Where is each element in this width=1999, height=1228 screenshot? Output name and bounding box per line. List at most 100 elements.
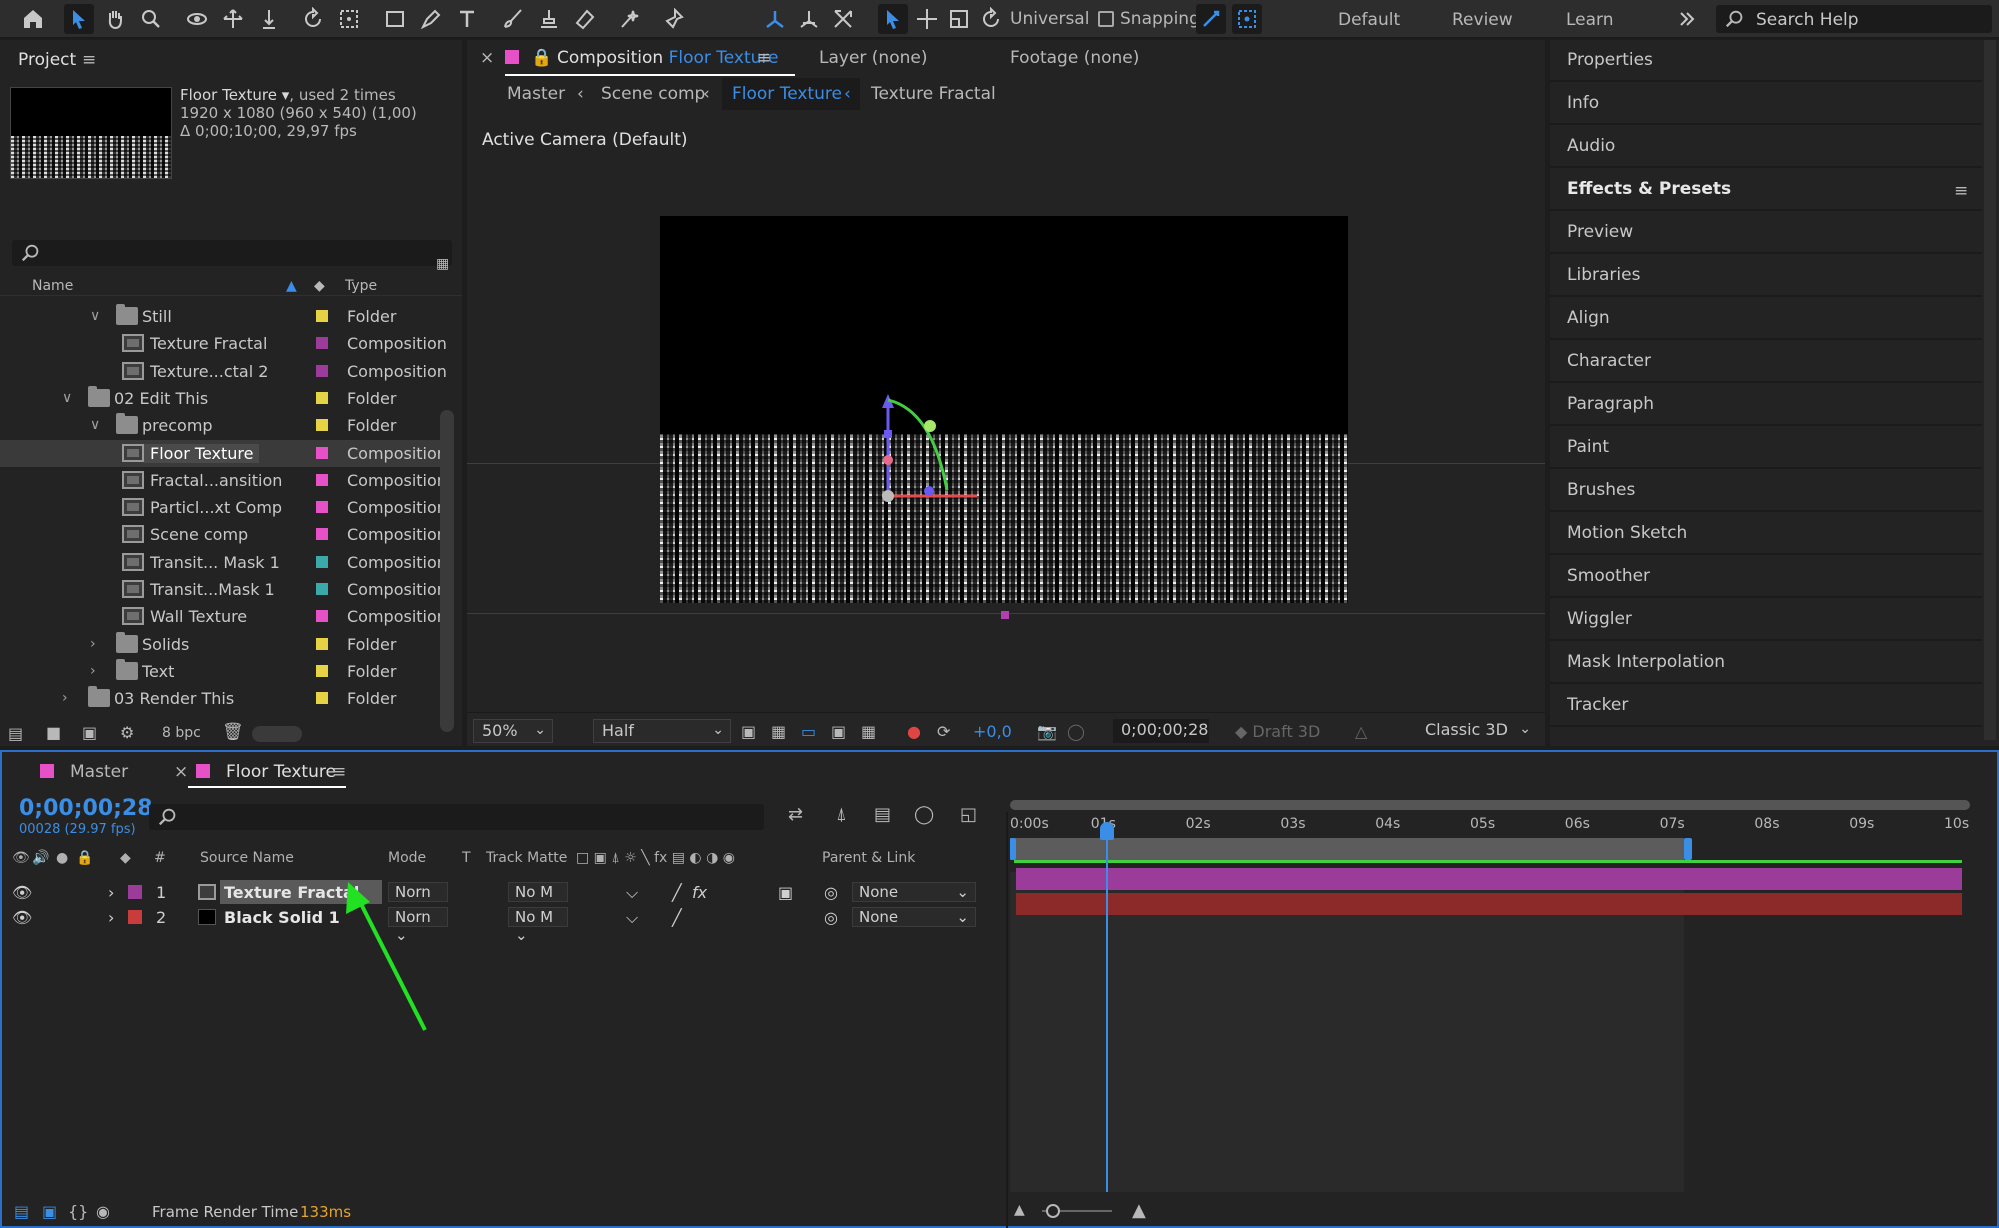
project-row[interactable]: ∨ 02 Edit This Folder — [0, 385, 440, 412]
region-of-interest-icon[interactable]: ▣ — [831, 722, 846, 741]
timeline-search-input[interactable] — [149, 804, 764, 830]
project-row[interactable]: ∨ precomp Folder — [0, 412, 440, 439]
chevron-right-icon[interactable]: › — [90, 636, 96, 652]
layer-bar-black-solid[interactable] — [1016, 893, 1962, 915]
stretch-toggle-icon[interactable]: ◉ — [96, 1202, 110, 1221]
extended-viewer-icon[interactable]: △ — [1355, 722, 1367, 741]
switches-icon[interactable]: □ ▣ ⍋ ☼ ╲ fx ▤ ◐ ◑ ◉ — [576, 850, 735, 866]
quality-switch-icon[interactable]: ╱ — [672, 908, 682, 927]
3d-layer-switch-icon[interactable]: ▣ — [778, 883, 793, 902]
transfer-controls-toggle-icon[interactable]: ▣ — [42, 1202, 57, 1221]
breadcrumb-texture-fractal[interactable]: Texture Fractal — [871, 84, 996, 104]
label-color-swatch[interactable] — [316, 583, 328, 595]
label-color-swatch[interactable] — [316, 610, 328, 623]
3d-transform-gizmo[interactable] — [837, 370, 997, 550]
trash-icon[interactable]: 🗑 — [222, 722, 244, 742]
video-toggle-icon[interactable]: 👁 — [12, 850, 30, 866]
shy-layers-icon[interactable]: ⍋ — [836, 804, 847, 825]
snap-options-icon[interactable] — [1196, 4, 1226, 34]
layer-label-swatch[interactable] — [128, 910, 142, 924]
column-source-name[interactable]: Source Name — [200, 850, 294, 866]
parent-dropdown[interactable]: None ⌄ — [852, 907, 976, 927]
pick-whip-icon[interactable]: ◎ — [824, 908, 838, 927]
chevron-right-icon[interactable]: › — [62, 690, 68, 706]
label-color-swatch[interactable] — [316, 637, 328, 650]
label-color-swatch[interactable] — [316, 310, 328, 322]
new-folder-icon[interactable]: ■ — [46, 723, 61, 742]
grid-guides-icon[interactable]: ▦ — [861, 722, 876, 741]
chevron-down-icon[interactable]: ∨ — [90, 308, 100, 324]
chevron-right-icon[interactable]: › — [108, 883, 114, 902]
anchor-point-tool-icon[interactable] — [334, 4, 364, 34]
more-workspaces-icon[interactable] — [1672, 4, 1702, 34]
visibility-eye-icon[interactable]: 👁 — [12, 883, 32, 902]
panel-item-tracker[interactable]: Tracker — [1550, 685, 1982, 727]
clone-stamp-tool-icon[interactable] — [534, 4, 564, 34]
project-row[interactable]: Floor Texture Composition — [0, 439, 447, 467]
panel-item-effects-presets[interactable]: Effects & Presets — [1550, 169, 1982, 211]
panel-item-info[interactable]: Info — [1550, 83, 1982, 125]
sort-ascending-icon[interactable]: ▲ — [286, 278, 297, 294]
brush-tool-icon[interactable] — [498, 4, 528, 34]
tab-layer[interactable]: Layer (none) — [819, 48, 927, 68]
right-panel-scrollbar[interactable] — [1984, 40, 1996, 740]
composition-mini-flowchart-icon[interactable]: ⇄ — [788, 804, 803, 825]
breadcrumb-floor-texture[interactable]: Floor Texture — [732, 84, 842, 104]
panel-item-brushes[interactable]: Brushes — [1550, 470, 1982, 512]
layer-row[interactable]: 👁›1Texture FractalNorn ⌄No M ⌄⌵╱fx▣◎None… — [2, 880, 1002, 919]
timeline-menu-icon[interactable]: ≡ — [332, 762, 346, 782]
column-parent[interactable]: Parent & Link — [822, 850, 915, 866]
project-row[interactable]: › Text Folder — [0, 658, 440, 685]
pan-camera-icon[interactable] — [218, 4, 248, 34]
column-track-matte[interactable]: Track Matte — [486, 850, 567, 866]
zoom-tool-icon[interactable] — [136, 4, 166, 34]
panel-item-motion-sketch[interactable]: Motion Sketch — [1550, 513, 1982, 555]
gizmo-move-icon[interactable] — [912, 4, 942, 34]
tab-composition[interactable]: Composition Floor Texture — [557, 48, 779, 68]
view-axis-mode-icon[interactable] — [828, 4, 858, 34]
column-name[interactable]: Name — [32, 278, 73, 294]
universal-label[interactable]: Universal — [1010, 9, 1089, 29]
tab-master[interactable]: Master — [70, 762, 128, 782]
column-type[interactable]: Type — [345, 278, 377, 294]
anchor-handle[interactable] — [1001, 611, 1009, 619]
tab-footage[interactable]: Footage (none) — [1010, 48, 1139, 68]
channels-icon[interactable]: ● — [907, 722, 921, 741]
zoom-in-icon[interactable]: ▲ — [1132, 1200, 1146, 1221]
eraser-tool-icon[interactable] — [570, 4, 600, 34]
project-row[interactable]: Transit... Mask 1 Composition — [0, 549, 447, 576]
label-color-swatch[interactable] — [316, 391, 328, 404]
search-help-input[interactable]: Search Help — [1716, 5, 1992, 33]
panel-item-wiggler[interactable]: Wiggler — [1550, 599, 1982, 641]
project-row[interactable]: Texture Fractal Composition — [0, 330, 447, 357]
breadcrumb-scene-comp[interactable]: Scene comp — [601, 84, 705, 104]
chevron-down-icon[interactable]: ∨ — [62, 390, 72, 406]
layer-bar-texture-fractal[interactable] — [1016, 868, 1962, 890]
lock-icon[interactable]: 🔒 — [531, 48, 552, 68]
resolution-dropdown[interactable]: Half ⌄ — [593, 719, 731, 743]
transparency-grid-icon[interactable]: ▦ — [771, 722, 786, 741]
project-row[interactable]: Scene comp Composition — [0, 521, 447, 548]
visibility-eye-icon[interactable]: 👁 — [12, 908, 32, 927]
in-out-toggle-icon[interactable]: {} — [68, 1202, 88, 1221]
current-time-display[interactable]: 0;00;00;28 — [1113, 719, 1209, 743]
project-row[interactable]: › 03 Render This Folder — [0, 685, 440, 712]
label-color-swatch[interactable] — [316, 528, 328, 541]
panel-item-character[interactable]: Character — [1550, 341, 1982, 383]
audio-toggle-icon[interactable]: 🔊 — [32, 850, 49, 866]
label-color-swatch[interactable] — [316, 664, 328, 677]
breadcrumb-master[interactable]: Master — [507, 84, 565, 104]
workspace-review[interactable]: Review — [1452, 10, 1513, 30]
panel-item-audio[interactable]: Audio — [1550, 126, 1982, 168]
bit-depth-label[interactable]: 8 bpc — [162, 725, 201, 741]
label-color-swatch[interactable] — [316, 555, 328, 568]
fast-previews-icon[interactable]: ▣ — [741, 722, 756, 741]
project-row[interactable]: › Solids Folder — [0, 631, 440, 658]
label-tag-icon[interactable]: ◆ — [314, 278, 325, 294]
zoom-out-icon[interactable]: ▲ — [1014, 1202, 1025, 1218]
show-snapshot-icon[interactable]: ◯ — [1067, 722, 1085, 741]
snapshot-camera-icon[interactable]: 📷 — [1037, 722, 1057, 741]
label-color-swatch[interactable] — [316, 364, 328, 377]
label-color-swatch[interactable] — [316, 473, 328, 486]
label-color-swatch[interactable] — [316, 692, 328, 705]
